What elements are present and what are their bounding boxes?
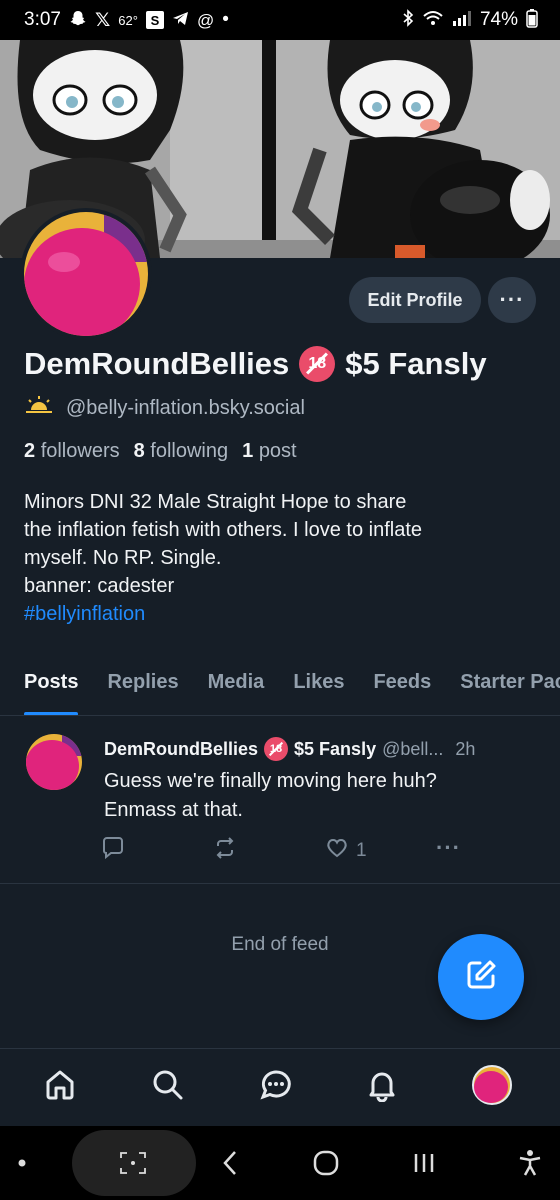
profile-bio: Minors DNI 32 Male Straight Hope to shar… bbox=[24, 488, 534, 628]
tab-feeds[interactable]: Feeds bbox=[373, 666, 431, 715]
bottom-navigation bbox=[0, 1048, 560, 1126]
posts-stat: 1 post bbox=[242, 440, 297, 463]
home-icon bbox=[43, 1068, 77, 1107]
post-text-line: Guess we're finally moving here huh? bbox=[104, 770, 437, 792]
post-author-handle[interactable]: @bell... bbox=[382, 739, 443, 760]
repost-icon bbox=[212, 835, 238, 867]
profile-handle[interactable]: @belly-inflation.bsky.social bbox=[66, 397, 305, 420]
signal-icon bbox=[452, 10, 472, 30]
post-more-label: ··· bbox=[436, 835, 461, 860]
profile-avatar-icon bbox=[472, 1064, 512, 1110]
followers-count: 2 bbox=[24, 440, 36, 462]
compose-icon bbox=[463, 957, 499, 998]
snapchat-icon bbox=[69, 9, 87, 31]
tab-replies[interactable]: Replies bbox=[107, 666, 178, 715]
battery-percent: 74% bbox=[479, 9, 518, 30]
nav-profile-button[interactable] bbox=[468, 1063, 516, 1111]
status-dot: • bbox=[222, 9, 229, 30]
following-count: 8 bbox=[133, 440, 145, 462]
nav-notifications-button[interactable] bbox=[358, 1063, 406, 1111]
system-navigation-bar bbox=[0, 1126, 560, 1200]
reply-button[interactable] bbox=[100, 835, 132, 867]
post-text-line: Enmass at that. bbox=[104, 799, 243, 821]
post-header: DemRoundBellies 18 $5 Fansly @bell... 2h bbox=[104, 737, 475, 761]
status-temperature: 62° bbox=[118, 12, 138, 28]
status-time: 3:07 bbox=[24, 9, 61, 30]
heart-icon bbox=[324, 835, 350, 867]
like-button[interactable]: 1 bbox=[324, 835, 367, 867]
post-author-name[interactable]: DemRoundBellies bbox=[104, 739, 258, 760]
bio-line: the inflation fetish with others. I love… bbox=[24, 519, 422, 541]
tab-likes[interactable]: Likes bbox=[293, 666, 344, 715]
profile-tabs: Posts Replies Media Likes Feeds Starter … bbox=[0, 666, 560, 716]
tab-starter-packs[interactable]: Starter Packs bbox=[460, 666, 560, 715]
bio-line: myself. No RP. Single. bbox=[24, 547, 222, 569]
display-name-suffix: $5 Fansly bbox=[345, 346, 487, 381]
profile-stats: 2 followers 8 following 1 post bbox=[24, 440, 297, 463]
no-under-18-icon: 18 bbox=[299, 346, 336, 382]
screen-capture-icon[interactable] bbox=[108, 1126, 158, 1200]
sunrise-icon bbox=[24, 395, 54, 421]
status-bar: 3:07 𝕏 62° S @ • 74% bbox=[0, 0, 560, 40]
following-label: following bbox=[150, 440, 229, 462]
tab-media[interactable]: Media bbox=[208, 666, 265, 715]
display-name-text: DemRoundBellies bbox=[24, 346, 290, 381]
x-icon: 𝕏 bbox=[94, 9, 111, 31]
threads-icon: @ bbox=[196, 10, 215, 30]
following-stat[interactable]: 8 following bbox=[134, 440, 229, 463]
bio-hashtag-link[interactable]: #bellyinflation bbox=[24, 600, 534, 628]
feed-post[interactable]: DemRoundBellies 18 $5 Fansly @bell... 2h… bbox=[0, 717, 560, 884]
avatar-image bbox=[24, 212, 148, 336]
s-badge-icon: S bbox=[145, 11, 164, 29]
display-name: DemRoundBellies 18 $5 Fansly bbox=[24, 346, 487, 382]
back-icon[interactable] bbox=[208, 1126, 252, 1200]
post-timestamp[interactable]: 2h bbox=[455, 739, 475, 760]
bio-line: banner: cadester bbox=[24, 575, 175, 597]
tab-posts[interactable]: Posts bbox=[24, 666, 79, 715]
telegram-icon bbox=[172, 11, 189, 30]
compose-button[interactable] bbox=[438, 934, 524, 1020]
chat-icon bbox=[259, 1068, 293, 1107]
home-nav-icon[interactable] bbox=[304, 1126, 348, 1200]
profile-avatar[interactable] bbox=[20, 208, 152, 340]
status-right: 74% bbox=[402, 8, 538, 32]
like-count: 1 bbox=[356, 840, 367, 861]
battery-icon bbox=[526, 8, 538, 32]
bio-line: Minors DNI 32 Male Straight Hope to shar… bbox=[24, 491, 407, 513]
edit-profile-button[interactable]: Edit Profile bbox=[349, 277, 481, 323]
post-actions: 1 ··· bbox=[100, 835, 470, 865]
reply-icon bbox=[100, 835, 126, 867]
followers-label: followers bbox=[40, 440, 120, 462]
posts-count: 1 bbox=[242, 440, 254, 462]
accessibility-icon[interactable] bbox=[508, 1126, 552, 1200]
bluetooth-icon bbox=[402, 9, 414, 31]
posts-label: post bbox=[258, 440, 297, 462]
no-under-18-icon: 18 bbox=[264, 737, 289, 761]
nav-home-button[interactable] bbox=[36, 1063, 84, 1111]
search-icon bbox=[151, 1068, 185, 1107]
sys-dot-icon bbox=[10, 1126, 34, 1200]
recents-icon[interactable] bbox=[402, 1126, 446, 1200]
post-more-button[interactable]: ··· bbox=[436, 835, 461, 861]
handle-row: @belly-inflation.bsky.social bbox=[24, 395, 305, 421]
repost-button[interactable] bbox=[212, 835, 244, 867]
wifi-icon bbox=[422, 9, 444, 31]
nav-search-button[interactable] bbox=[144, 1063, 192, 1111]
bell-icon bbox=[365, 1068, 399, 1107]
post-text: Guess we're finally moving here huh? Enm… bbox=[104, 767, 534, 825]
more-options-button[interactable]: ··· bbox=[488, 277, 536, 323]
status-left: 3:07 𝕏 62° S @ • bbox=[24, 9, 229, 31]
post-author-suffix: $5 Fansly bbox=[294, 738, 377, 759]
post-author-avatar[interactable] bbox=[26, 734, 82, 790]
followers-stat[interactable]: 2 followers bbox=[24, 440, 120, 463]
nav-chat-button[interactable] bbox=[252, 1063, 300, 1111]
